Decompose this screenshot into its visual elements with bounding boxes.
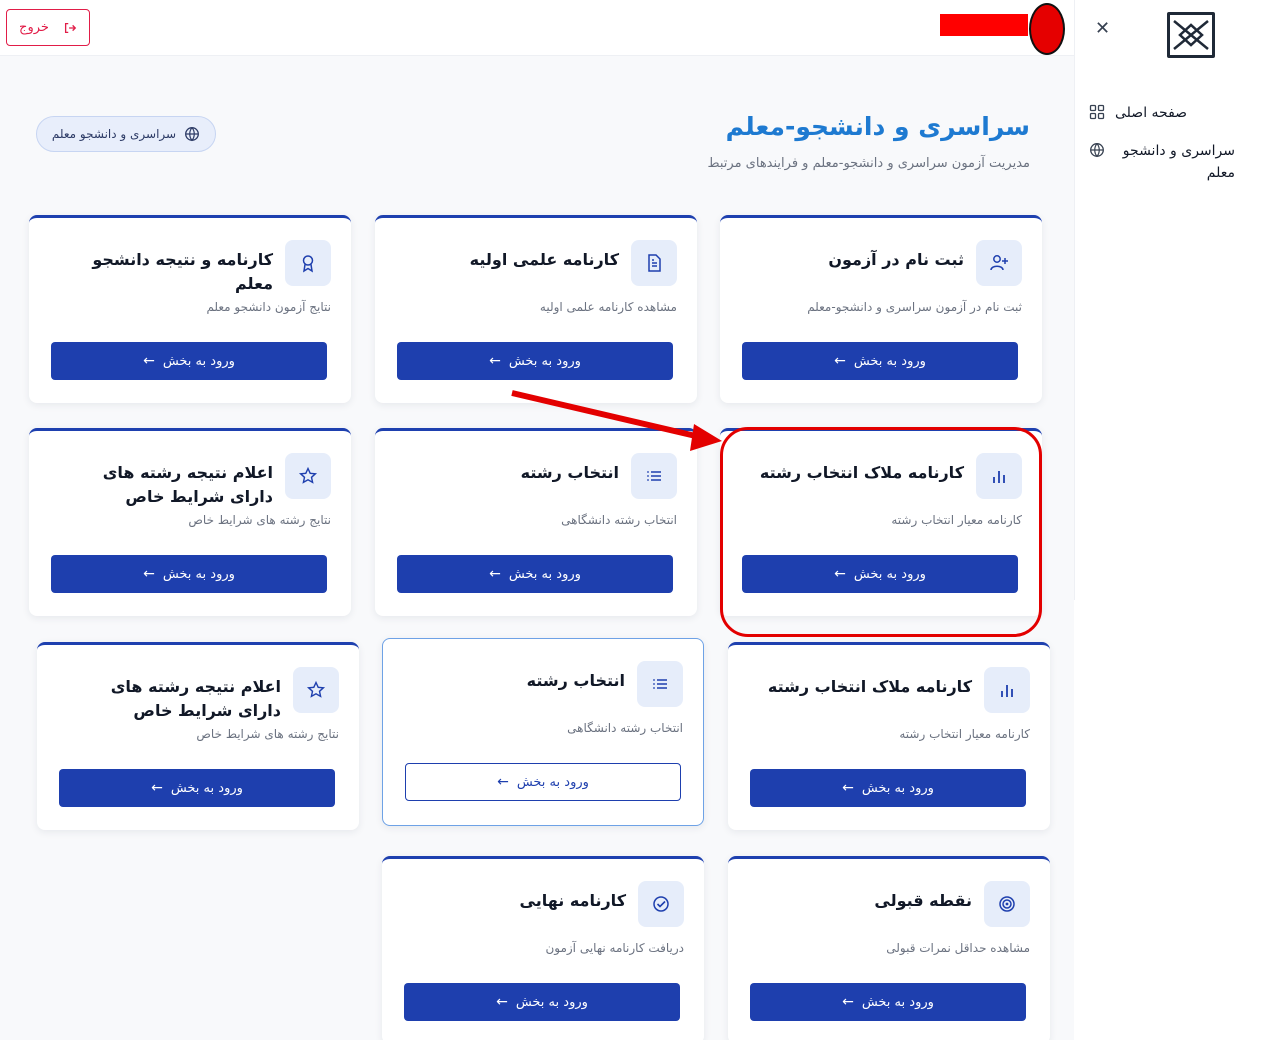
star-icon — [285, 453, 331, 499]
card-title: اعلام نتیجه رشته های دارای شرایط خاص — [110, 677, 281, 720]
logout-icon — [64, 22, 77, 33]
close-icon[interactable]: ✕ — [1095, 18, 1110, 39]
card-description: دریافت کارنامه نهایی آزمون — [545, 941, 684, 955]
logout-button[interactable]: خروج — [6, 9, 90, 46]
arrow-left-icon: ← — [834, 566, 846, 582]
page-subtitle: مدیریت آزمون سراسری و دانشجو-معلم و فرای… — [707, 156, 1030, 171]
enter-section-button[interactable]: ورود به بخش ← — [742, 555, 1018, 593]
card-title: انتخاب رشته — [520, 463, 619, 482]
enter-section-button[interactable]: ورود به بخش ← — [405, 763, 681, 801]
section-card: ثبت نام در آزمون ثبت نام در آزمون سراسری… — [720, 215, 1042, 403]
list-icon — [631, 453, 677, 499]
enter-section-button[interactable]: ورود به بخش ← — [51, 555, 327, 593]
check-circle-icon — [638, 881, 684, 927]
enter-section-button[interactable]: ورود به بخش ← — [750, 983, 1026, 1021]
arrow-left-icon: ← — [842, 994, 854, 1010]
button-label: ورود به بخش — [508, 566, 581, 582]
sidebar-item-national-exam[interactable]: سراسری و دانشجو معلم — [1089, 140, 1264, 184]
sidebar: ✕ صفحه اصلی سراسری و دانشجو معلم — [1074, 0, 1280, 600]
card-title: کارنامه ملاک انتخاب رشته — [767, 677, 972, 696]
button-label: ورود به بخش — [853, 566, 926, 582]
section-chip[interactable]: سراسری و دانشجو معلم — [36, 116, 216, 152]
list-icon — [637, 661, 683, 707]
arrow-left-icon: ← — [834, 353, 846, 369]
top-bar: خروج — [0, 0, 1074, 56]
card-title: اعلام نتیجه رشته های دارای شرایط خاص — [102, 463, 273, 506]
button-label: ورود به بخش — [853, 353, 926, 369]
section-card: کارنامه ملاک انتخاب رشته کارنامه معیار ا… — [720, 428, 1042, 616]
arrow-left-icon: ← — [497, 774, 509, 790]
card-title: نقطه قبولی — [874, 891, 972, 910]
section-card: نقطه قبولی مشاهده حداقل نمرات قبولی ورود… — [728, 856, 1050, 1040]
card-title: انتخاب رشته — [526, 671, 625, 690]
arrow-left-icon: ← — [496, 994, 508, 1010]
card-description: کارنامه معیار انتخاب رشته — [899, 727, 1030, 741]
enter-section-button[interactable]: ورود به بخش ← — [404, 983, 680, 1021]
card-description: نتایج رشته های شرایط خاص — [196, 727, 339, 741]
section-card: اعلام نتیجه رشته های دارای شرایط خاص نتا… — [29, 428, 351, 616]
button-label: ورود به بخش — [508, 353, 581, 369]
button-label: ورود به بخش — [516, 774, 589, 790]
section-card: کارنامه ملاک انتخاب رشته کارنامه معیار ا… — [728, 642, 1050, 830]
section-card: انتخاب رشته انتخاب رشته دانشگاهی ورود به… — [382, 638, 704, 826]
sidebar-item-home[interactable]: صفحه اصلی — [1089, 102, 1264, 124]
button-label: ورود به بخش — [162, 566, 235, 582]
bar-chart-icon — [984, 667, 1030, 713]
card-description: مشاهده کارنامه علمی اولیه — [539, 300, 677, 314]
card-description: نتایج رشته های شرایط خاص — [188, 513, 331, 527]
card-title: کارنامه نهایی — [519, 891, 627, 910]
enter-section-button[interactable]: ورود به بخش ← — [742, 342, 1018, 380]
button-label: ورود به بخش — [162, 353, 235, 369]
target-icon — [984, 881, 1030, 927]
arrow-left-icon: ← — [842, 780, 854, 796]
enter-section-button[interactable]: ورود به بخش ← — [59, 769, 335, 807]
section-card: انتخاب رشته انتخاب رشته دانشگاهی ورود به… — [375, 428, 697, 616]
section-card: کارنامه علمی اولیه مشاهده کارنامه علمی ا… — [375, 215, 697, 403]
card-description: نتایج آزمون دانشجو معلم — [206, 300, 331, 314]
card-title: ثبت نام در آزمون — [828, 250, 964, 269]
redacted-avatar — [1029, 3, 1065, 55]
star-icon — [293, 667, 339, 713]
card-title: کارنامه و نتیجه دانشجو معلم — [92, 250, 273, 293]
section-card: کارنامه و نتیجه دانشجو معلم نتایج آزمون … — [29, 215, 351, 403]
sidebar-item-label: سراسری و دانشجو معلم — [1122, 143, 1235, 181]
card-title: کارنامه علمی اولیه — [469, 250, 619, 269]
card-description: مشاهده حداقل نمرات قبولی — [886, 941, 1030, 955]
button-label: ورود به بخش — [170, 780, 243, 796]
arrow-left-icon: ← — [489, 353, 501, 369]
enter-section-button[interactable]: ورود به بخش ← — [397, 555, 673, 593]
button-label: ورود به بخش — [861, 780, 934, 796]
arrow-left-icon: ← — [143, 566, 155, 582]
card-title: کارنامه ملاک انتخاب رشته — [759, 463, 964, 482]
chip-label: سراسری و دانشجو معلم — [51, 127, 177, 141]
redacted-username — [940, 14, 1028, 36]
card-description: ثبت نام در آزمون سراسری و دانشجو-معلم — [807, 300, 1022, 314]
button-label: ورود به بخش — [515, 994, 588, 1010]
award-icon — [285, 240, 331, 286]
sidebar-item-label: صفحه اصلی — [1115, 105, 1188, 121]
section-card: کارنامه نهایی دریافت کارنامه نهایی آزمون… — [382, 856, 704, 1040]
logout-label: خروج — [19, 20, 49, 35]
bar-chart-icon — [976, 453, 1022, 499]
arrow-left-icon: ← — [151, 780, 163, 796]
globe-icon — [185, 127, 200, 142]
page-title: سراسری و دانشجو-معلم — [725, 112, 1030, 141]
card-description: کارنامه معیار انتخاب رشته — [891, 513, 1022, 527]
enter-section-button[interactable]: ورود به بخش ← — [750, 769, 1026, 807]
card-description: انتخاب رشته دانشگاهی — [561, 513, 677, 527]
card-description: انتخاب رشته دانشگاهی — [567, 721, 683, 735]
logo — [1167, 12, 1215, 58]
enter-section-button[interactable]: ورود به بخش ← — [397, 342, 673, 380]
button-label: ورود به بخش — [861, 994, 934, 1010]
globe-icon — [1090, 143, 1104, 158]
enter-section-button[interactable]: ورود به بخش ← — [51, 342, 327, 380]
user-plus-icon — [976, 240, 1022, 286]
section-card: اعلام نتیجه رشته های دارای شرایط خاص نتا… — [37, 642, 359, 830]
document-icon — [631, 240, 677, 286]
arrow-left-icon: ← — [489, 566, 501, 582]
grid-icon — [1089, 104, 1105, 120]
arrow-left-icon: ← — [143, 353, 155, 369]
